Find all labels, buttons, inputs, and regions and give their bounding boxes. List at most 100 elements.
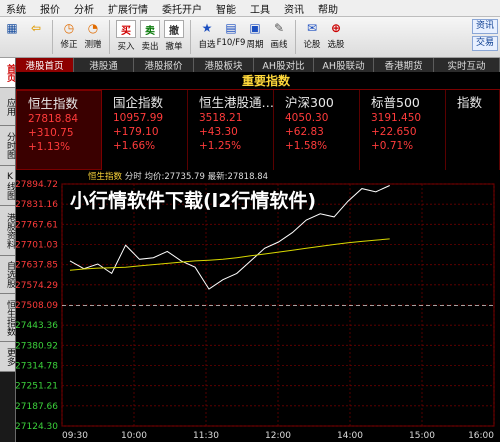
f10-icon: ▤ — [225, 21, 237, 35]
clock-button[interactable]: ◷ 修正 — [57, 17, 81, 50]
index-card[interactable]: 指数 — [446, 90, 500, 170]
trade-button[interactable]: 交易 — [471, 36, 498, 51]
y-tick-label: 27187.66 — [16, 402, 58, 412]
buy-button[interactable]: 买买入 — [114, 17, 138, 52]
tab-bar: 港股首页 港股通 港股报价 港股板块 AH股对比 AH股联动 香港期货 实时互动 — [16, 58, 500, 72]
sidebar-item-2[interactable]: 分时图 — [0, 126, 15, 166]
x-tick-label: 16:00 — [468, 431, 494, 441]
y-tick-label: 27380.92 — [16, 341, 58, 351]
menu-item-1[interactable]: 报价 — [34, 1, 68, 16]
filter-button[interactable]: ⊕ 选股 — [324, 17, 348, 50]
toolbar-button-label: 画线 — [270, 40, 288, 50]
menu-item-2[interactable]: 分析 — [68, 1, 102, 16]
menu-bar: 系统 报价 分析 扩展行情 委托开户 智能 工具 资讯 帮助 — [0, 0, 500, 17]
index-card-value: 4050.30 — [285, 112, 329, 124]
index-card-name: 指数 — [457, 95, 483, 110]
index-card-value: 27818.84 — [28, 113, 79, 125]
toolbar-button-label: 选股 — [327, 40, 345, 50]
index-cards: 恒生指数 27818.84 +310.75 +1.13% 国企指数 10957.99 +17… — [16, 90, 500, 170]
index-card[interactable]: 国企指数 10957.99 +179.10 +1.66% — [102, 90, 188, 170]
back-arrow-button[interactable]: ⇦ — [24, 17, 48, 38]
menu-item-7[interactable]: 资讯 — [278, 1, 312, 16]
index-card-pct: +1.25% — [199, 140, 242, 152]
grid-button[interactable]: ▦ — [0, 17, 24, 38]
menu-item-4[interactable]: 委托开户 — [156, 1, 210, 16]
index-card-name: 国企指数 — [113, 95, 164, 110]
y-tick-label: 27831.16 — [16, 200, 58, 210]
index-card-change: +43.30 — [199, 126, 238, 138]
index-card[interactable]: 恒生港股通… 3518.21 +43.30 +1.25% — [188, 90, 274, 170]
y-tick-label: 27251.21 — [16, 382, 58, 392]
sidebar-item-0[interactable]: 首页 — [0, 58, 15, 88]
chat-button[interactable]: ✉ 论股 — [300, 17, 324, 50]
news-button[interactable]: 资讯 — [471, 19, 498, 34]
y-tick-label: 27701.03 — [16, 241, 58, 251]
calendar-icon: ▣ — [249, 21, 261, 35]
tab-2[interactable]: 港股报价 — [134, 58, 194, 72]
x-tick-label: 10:00 — [121, 431, 147, 441]
menu-item-5[interactable]: 智能 — [210, 1, 244, 16]
index-card-name: 恒生指数 — [28, 96, 79, 111]
clock2-icon: ◔ — [87, 21, 99, 35]
toolbar-separator — [52, 20, 53, 54]
menu-item-6[interactable]: 工具 — [244, 1, 278, 16]
tab-6[interactable]: 香港期货 — [374, 58, 434, 72]
sidebar-item-6[interactable]: 恒生指数 — [0, 294, 15, 342]
y-tick-label: 27894.72 — [16, 180, 58, 190]
toolbar: 资讯 交易 ▦ ⇦ ◷ 修正 ◔ 测赠 买买入卖卖出撤撤单 ★ 自选 ▤ F10/F9 ▣ 周期 ✎ 画线 ✉… — [0, 17, 500, 58]
cancel-button[interactable]: 撤撤单 — [162, 17, 186, 52]
legend-avg-label: 均价: — [144, 172, 165, 182]
index-card-pct: +0.71% — [371, 140, 414, 152]
tab-5[interactable]: AH股联动 — [314, 58, 374, 72]
index-card-pct: +1.58% — [285, 140, 328, 152]
menu-item-8[interactable]: 帮助 — [312, 1, 346, 16]
pen-button[interactable]: ✎ 画线 — [267, 17, 291, 50]
index-card-value: 10957.99 — [113, 112, 164, 124]
pen-icon: ✎ — [273, 21, 285, 35]
back-arrow-icon: ⇦ — [30, 21, 42, 35]
toolbar-separator — [190, 20, 191, 54]
legend-last: 27818.84 — [227, 172, 269, 182]
x-tick-label: 09:30 — [62, 431, 88, 441]
tab-1[interactable]: 港股通 — [74, 58, 134, 72]
index-card-name: 沪深300 — [285, 95, 334, 110]
toolbar-button-label: 自选 — [198, 40, 216, 50]
clock2-button[interactable]: ◔ 测赠 — [81, 17, 105, 50]
panel-header: 重要指数 — [16, 72, 500, 90]
sidebar-item-7[interactable]: 更多 — [0, 342, 15, 372]
legend-last-label: 最新: — [207, 172, 228, 182]
menu-item-3[interactable]: 扩展行情 — [102, 1, 156, 16]
tab-3[interactable]: 港股板块 — [194, 58, 254, 72]
buy-icon: 买 — [116, 20, 136, 38]
index-card-change: +62.83 — [285, 126, 324, 138]
index-card-value: 3518.21 — [199, 112, 243, 124]
index-card[interactable]: 恒生指数 27818.84 +310.75 +1.13% — [16, 90, 102, 170]
toolbar-separator — [295, 20, 296, 54]
tab-7[interactable]: 实时互动 — [434, 58, 500, 72]
star-button[interactable]: ★ 自选 — [195, 17, 219, 50]
menu-item-0[interactable]: 系统 — [0, 1, 34, 16]
f10-button[interactable]: ▤ F10/F9 — [216, 17, 246, 48]
tab-0[interactable]: 港股首页 — [16, 58, 74, 72]
index-card-value: 3191.450 — [371, 112, 422, 124]
calendar-button[interactable]: ▣ 周期 — [243, 17, 267, 50]
y-tick-label: 27637.85 — [16, 261, 58, 271]
index-card-pct: +1.13% — [28, 141, 71, 153]
legend-avg: 27735.79 — [164, 172, 205, 182]
tab-4[interactable]: AH股对比 — [254, 58, 314, 72]
toolbar-button-label: F10/F9 — [216, 38, 246, 48]
y-tick-label: 27508.09 — [16, 301, 58, 311]
toolbar-separator — [109, 20, 110, 54]
x-tick-label: 14:00 — [337, 431, 363, 441]
index-card[interactable]: 沪深300 4050.30 +62.83 +1.58% — [274, 90, 360, 170]
sidebar-item-1[interactable]: 应用 — [0, 88, 15, 126]
sell-button[interactable]: 卖卖出 — [138, 17, 162, 52]
sidebar-item-3[interactable]: K线图 — [0, 166, 15, 206]
sidebar-item-5[interactable]: 自选股 — [0, 256, 15, 294]
index-card-change: +310.75 — [28, 127, 74, 139]
toolbar-button-label: 测赠 — [84, 40, 102, 50]
chat-icon: ✉ — [306, 21, 318, 35]
x-tick-label: 15:00 — [409, 431, 435, 441]
index-card[interactable]: 标普500 3191.450 +22.650 +0.71% — [360, 90, 446, 170]
sidebar-item-4[interactable]: 港股资料 — [0, 206, 15, 256]
